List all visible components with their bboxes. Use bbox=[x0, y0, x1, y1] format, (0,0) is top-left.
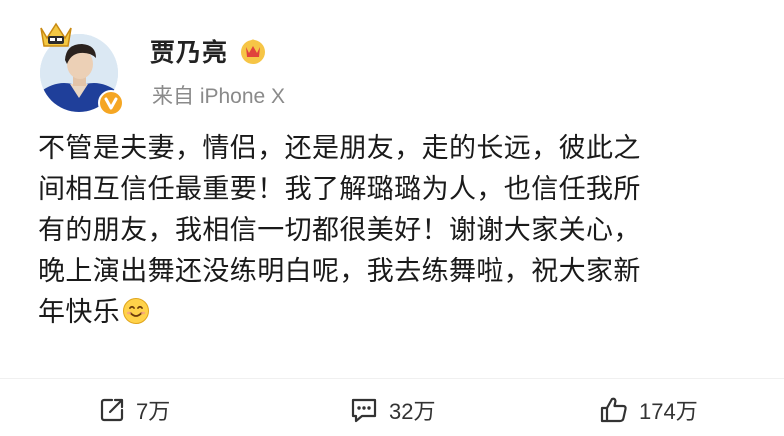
crown-icon bbox=[38, 20, 74, 50]
comment-count: 32万 bbox=[389, 399, 436, 424]
author-name[interactable]: 贾乃亮 bbox=[150, 33, 228, 69]
repost-icon bbox=[100, 398, 124, 422]
content-line: 有的朋友，我相信一切都很美好！谢谢大家关心， bbox=[38, 215, 641, 246]
footer-divider bbox=[0, 378, 784, 379]
post-content: 不管是夫妻，情侣，还是朋友，走的长远，彼此之 间相互信任最重要！我了解璐璐为人，… bbox=[38, 128, 758, 337]
content-line: 间相互信任最重要！我了解璐璐为人，也信任我所 bbox=[38, 174, 641, 205]
post-source: 来自 iPhone X bbox=[152, 85, 286, 108]
weibo-post: 贾乃亮 来自 iPhone X 不管是夫妻，情侣，还是朋友，走的长远，彼此之 间… bbox=[0, 0, 784, 436]
comment-button[interactable]: 32万 bbox=[349, 394, 435, 426]
verified-v-icon bbox=[98, 90, 124, 116]
thumbs-up-icon bbox=[600, 397, 627, 423]
content-line: 年快乐 bbox=[38, 297, 121, 328]
member-crown-icon[interactable] bbox=[238, 37, 268, 65]
content-line: 不管是夫妻，情侣，还是朋友，走的长远，彼此之 bbox=[38, 133, 641, 164]
repost-count: 7万 bbox=[136, 399, 171, 424]
author-row: 贾乃亮 bbox=[150, 33, 268, 69]
smile-emoji bbox=[122, 296, 150, 337]
comment-icon bbox=[351, 398, 377, 423]
content-line-last: 年快乐 bbox=[38, 292, 758, 337]
like-count: 174万 bbox=[639, 399, 698, 424]
like-button[interactable]: 174万 bbox=[599, 394, 698, 426]
content-line: 晚上演出舞还没练明白呢，我去练舞啦，祝大家新 bbox=[38, 256, 641, 287]
author-avatar-group[interactable] bbox=[38, 20, 128, 116]
repost-button[interactable]: 7万 bbox=[98, 394, 170, 426]
